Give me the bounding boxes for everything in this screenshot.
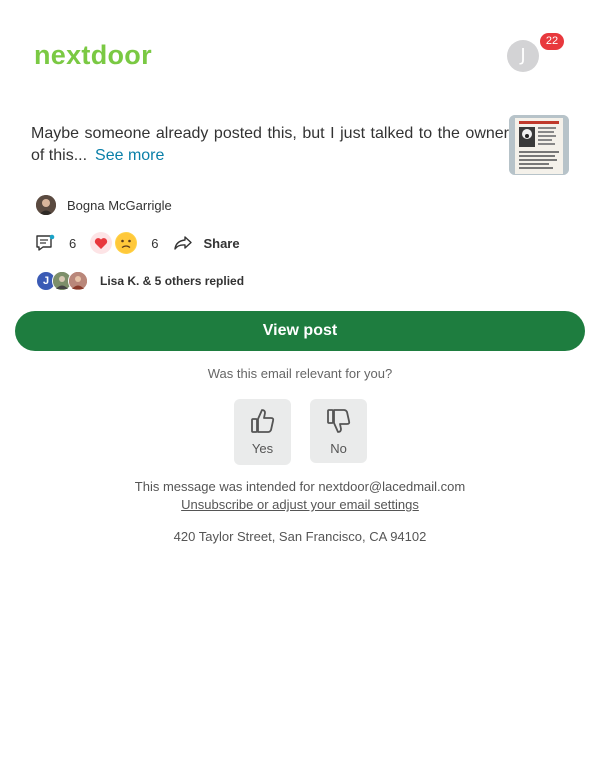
relevance-question: Was this email relevant for you?: [207, 366, 393, 381]
notification-badge: 22: [540, 33, 564, 50]
reactions[interactable]: [90, 232, 138, 254]
replies-summary: Lisa K. & 5 others replied: [100, 274, 245, 288]
unsubscribe-link[interactable]: Unsubscribe or adjust your email setting…: [181, 497, 419, 512]
reaction-count: 6: [151, 235, 159, 251]
lost-pet-flyer-icon: [509, 115, 569, 175]
email-header: nextdoor J 22: [0, 0, 600, 100]
relevant-no-button[interactable]: No: [310, 399, 367, 463]
sad-reaction-icon: [115, 232, 138, 254]
post-author[interactable]: Bogna McGarrigle: [36, 195, 172, 215]
brand-name: nextdoor: [34, 40, 152, 70]
comment-count: 6: [69, 235, 77, 251]
unsubscribe-row: Unsubscribe or adjust your email setting…: [0, 497, 600, 512]
share-button[interactable]: Share: [173, 235, 240, 251]
author-name: Bogna McGarrigle: [67, 197, 172, 213]
author-photo-icon: [36, 195, 56, 215]
nextdoor-logo[interactable]: nextdoor: [34, 38, 164, 72]
thumbs-up-icon: [250, 409, 274, 433]
post-actions: 6 6 Share: [35, 232, 240, 254]
see-more-link[interactable]: See more: [95, 147, 164, 164]
thumbs-down-icon: [326, 409, 350, 433]
intended-recipient: This message was intended for nextdoor@l…: [0, 479, 600, 494]
post-thumbnail[interactable]: [509, 115, 569, 175]
post-excerpt[interactable]: Maybe someone already posted this, but I…: [31, 123, 509, 167]
intended-prefix: This message was intended for: [134, 479, 319, 494]
recipient-email: nextdoor@lacedmail.com: [318, 479, 466, 494]
replies-row[interactable]: J Lisa K. & 5 others replied: [36, 271, 244, 291]
share-label: Share: [203, 235, 240, 251]
user-avatar[interactable]: J: [507, 40, 539, 72]
no-label: No: [330, 441, 347, 456]
view-post-button[interactable]: View post: [15, 311, 585, 351]
company-address: 420 Taylor Street, San Francisco, CA 941…: [173, 529, 427, 544]
yes-label: Yes: [251, 441, 274, 456]
comment-icon[interactable]: [35, 234, 55, 252]
author-avatar: [36, 195, 56, 215]
heart-reaction-icon: [90, 232, 113, 254]
relevant-yes-button[interactable]: Yes: [234, 399, 291, 465]
avatar-initial: J: [507, 40, 539, 72]
share-arrow-icon: [174, 236, 193, 250]
replier-avatar: [68, 271, 88, 291]
